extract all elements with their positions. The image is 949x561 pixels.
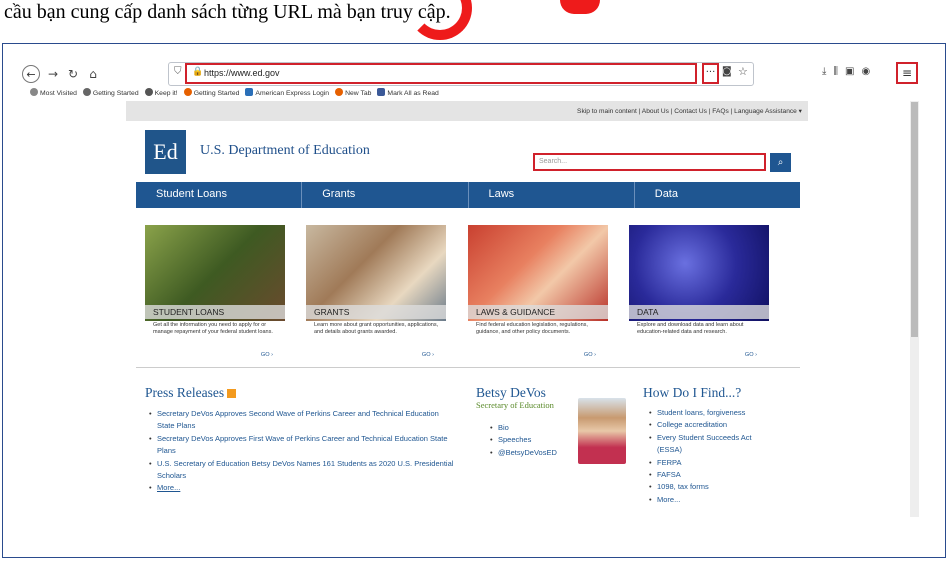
card-student-loans[interactable]: Student Loans Get all the information yo… [145,225,285,363]
card-go-link[interactable]: GO › [745,352,757,358]
secretary-portrait [578,398,626,464]
hamburger-menu-icon[interactable]: ≡ [896,62,918,84]
card-go-link[interactable]: GO › [584,352,596,358]
secretary-link[interactable]: @BetsyDeVosED [488,447,578,460]
watermark-stamp-part [560,0,600,14]
account-icon[interactable]: ◉ [861,66,870,77]
library-icon[interactable]: ⫼ [833,66,838,77]
card-desc: Get all the information you need to appl… [153,322,273,335]
nav-item-data[interactable]: Data [635,182,800,208]
card-title[interactable]: Student Loans [145,305,285,319]
search-button[interactable]: ⌕ [770,153,791,172]
secretary-role: Secretary of Education [476,400,554,410]
back-icon[interactable]: ← [22,65,40,83]
scrollbar-thumb[interactable] [911,102,918,337]
main-nav: Student Loans Grants Laws Data [136,182,800,208]
home-icon[interactable]: ⌂ [85,66,101,82]
utility-links[interactable]: Skip to main content | About Us | Contac… [126,101,808,121]
watermark-stamp [408,0,472,40]
card-go-link[interactable]: GO › [261,352,273,358]
bookmark-star-icon[interactable]: ☆ [738,65,748,78]
bookmark-item[interactable]: New Tab [335,88,371,97]
press-release-item[interactable]: U.S. Secretary of Education Betsy DeVos … [147,458,457,483]
card-title[interactable]: Laws & Guidance [468,305,608,319]
ed-logo[interactable]: Ed [145,130,186,174]
card-desc: Explore and download data and learn abou… [637,322,744,335]
secretary-link[interactable]: Speeches [488,434,578,447]
press-releases-heading[interactable]: Press Releases [145,385,237,401]
card-grants[interactable]: Grants Learn more about grant opportunit… [306,225,446,363]
card-desc: Learn more about grant opportunities, ap… [314,322,439,335]
toolbar-right-icons: ⤓ ⫼ ▣ ◉ [822,66,870,77]
page-actions-icon[interactable]: ··· [702,63,719,84]
nav-item-laws[interactable]: Laws [469,182,635,208]
nav-item-grants[interactable]: Grants [302,182,469,208]
secretary-name[interactable]: Betsy DeVos [476,385,546,401]
secretary-links: Bio Speeches @BetsyDeVosED [488,422,578,460]
card-data[interactable]: Data Explore and download data and learn… [629,225,769,363]
find-item[interactable]: Student loans, forgiveness [647,407,777,420]
card-go-link[interactable]: GO › [422,352,434,358]
secretary-link[interactable]: Bio [488,422,578,435]
site-title[interactable]: U.S. Department of Education [200,143,370,159]
press-release-item[interactable]: Secretary DeVos Approves First Wave of P… [147,433,457,458]
pocket-icon[interactable]: ◙ [722,66,732,77]
press-more-link[interactable]: More... [147,482,457,495]
press-release-item[interactable]: Secretary DeVos Approves Second Wave of … [147,408,457,433]
card-title[interactable]: Grants [306,305,446,319]
bookmark-item[interactable]: Getting Started [183,88,239,97]
bookmarks-bar: Most Visited Getting Started Keep it! Ge… [30,88,439,97]
bookmark-item[interactable]: Mark All as Read [377,88,439,97]
find-item[interactable]: More... [647,494,777,507]
download-icon[interactable]: ⤓ [822,66,826,77]
nav-item-student-loans[interactable]: Student Loans [136,182,303,208]
bookmark-item[interactable]: Getting Started [82,88,139,97]
card-desc: Find federal education legislation, regu… [476,322,588,335]
find-item[interactable]: FAFSA [647,469,777,482]
sidebar-icon[interactable]: ▣ [845,66,854,77]
url-text[interactable]: https://www.ed.gov [204,68,280,78]
find-item[interactable]: College accreditation [647,419,777,432]
rss-icon[interactable] [227,389,237,398]
bookmark-item[interactable]: Most Visited [30,88,77,97]
search-input[interactable]: Search... [533,153,766,171]
how-do-i-find-heading: How Do I Find...? [643,385,742,400]
press-releases-title[interactable]: Press Releases [145,385,224,400]
shield-icon[interactable]: ⛉ [174,66,182,77]
card-laws-guidance[interactable]: Laws & Guidance Find federal education l… [468,225,608,363]
find-list: Student loans, forgiveness College accre… [647,407,777,507]
card-title[interactable]: Data [629,305,769,319]
reload-icon[interactable]: ↻ [65,66,81,82]
bookmark-item[interactable]: American Express Login [245,88,329,97]
find-item[interactable]: Every Student Succeeds Act (ESSA) [647,432,777,457]
caption-text: cầu bạn cung cấp danh sách từng URL mà b… [4,1,451,23]
find-item[interactable]: 1098, tax forms [647,481,777,494]
bookmark-item[interactable]: Keep it! [144,88,178,97]
press-releases-list: Secretary DeVos Approves Second Wave of … [147,408,457,495]
section-divider [136,367,800,368]
forward-icon[interactable]: → [45,66,61,82]
find-item[interactable]: FERPA [647,457,777,470]
